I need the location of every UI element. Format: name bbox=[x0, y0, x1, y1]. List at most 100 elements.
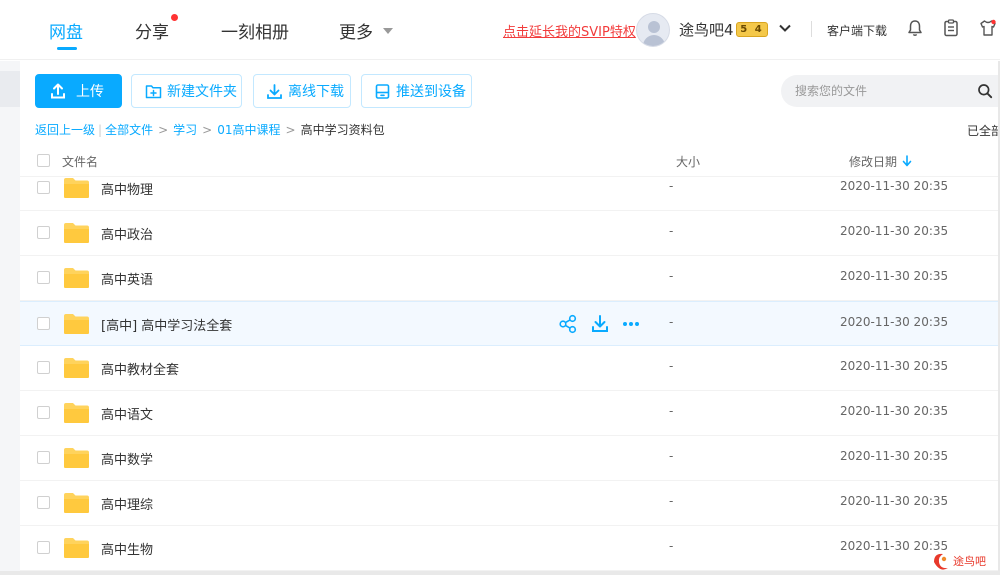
breadcrumb-divider: | bbox=[98, 123, 103, 137]
active-tab-indicator bbox=[57, 47, 77, 50]
username[interactable]: 途鸟吧4 bbox=[679, 19, 734, 40]
column-header-size[interactable]: 大小 bbox=[676, 153, 700, 170]
folder-icon bbox=[64, 538, 89, 558]
file-name[interactable]: [高中] 高中学习法全套 bbox=[101, 315, 232, 334]
vip-level-badge: 5 4 bbox=[736, 22, 768, 37]
file-row[interactable]: 高中理综 - 2020-11-30 20:35 bbox=[20, 481, 1000, 526]
file-row[interactable]: 高中教材全套 - 2020-11-30 20:35 bbox=[20, 346, 1000, 391]
file-modified-date: 2020-11-30 20:35 bbox=[840, 269, 949, 283]
chevron-down-icon[interactable] bbox=[778, 21, 792, 35]
row-checkbox[interactable] bbox=[37, 226, 50, 239]
nav-tab-album[interactable]: 一刻相册 bbox=[221, 18, 289, 43]
nav-divider bbox=[811, 21, 812, 37]
file-modified-date: 2020-11-30 20:35 bbox=[840, 539, 949, 553]
file-size: - bbox=[669, 224, 674, 238]
breadcrumb-current: 高中学习资料包 bbox=[300, 123, 385, 137]
breadcrumb: 返回上一级 | 全部文件 > 学习 >01高中课程 > 高中学习资料包 bbox=[35, 121, 385, 138]
file-name[interactable]: 高中政治 bbox=[101, 224, 153, 243]
row-actions bbox=[558, 314, 648, 334]
clipboard-icon[interactable] bbox=[941, 18, 961, 38]
file-name[interactable]: 高中物理 bbox=[101, 179, 153, 198]
folder-icon bbox=[64, 448, 89, 468]
file-size: - bbox=[669, 315, 674, 329]
row-checkbox[interactable] bbox=[37, 361, 50, 374]
file-name[interactable]: 高中英语 bbox=[101, 269, 153, 288]
search-box bbox=[781, 75, 1000, 107]
nav-tab-more[interactable]: 更多 bbox=[339, 18, 373, 43]
folder-icon bbox=[64, 403, 89, 423]
row-checkbox[interactable] bbox=[37, 451, 50, 464]
select-all-checkbox[interactable] bbox=[37, 154, 50, 167]
file-row[interactable]: 高中数学 - 2020-11-30 20:35 bbox=[20, 436, 1000, 481]
file-name[interactable]: 高中教材全套 bbox=[101, 359, 179, 378]
breadcrumb-item-all-files[interactable]: 全部文件 bbox=[105, 123, 153, 137]
search-icon[interactable] bbox=[977, 83, 993, 99]
loaded-status: 已全部 bbox=[967, 124, 1000, 138]
notification-dot bbox=[171, 14, 178, 21]
file-modified-date: 2020-11-30 20:35 bbox=[840, 494, 949, 508]
row-checkbox[interactable] bbox=[37, 541, 50, 554]
file-row[interactable]: 高中政治 - 2020-11-30 20:35 bbox=[20, 211, 1000, 256]
folder-icon bbox=[64, 178, 89, 198]
file-size: - bbox=[669, 494, 674, 508]
download-icon[interactable] bbox=[590, 314, 610, 334]
row-checkbox[interactable] bbox=[37, 271, 50, 284]
device-icon bbox=[375, 83, 390, 99]
more-icon[interactable] bbox=[621, 314, 641, 334]
upload-icon bbox=[51, 83, 65, 99]
file-name[interactable]: 高中理综 bbox=[101, 494, 153, 513]
folder-icon bbox=[64, 358, 89, 378]
nav-tab-share[interactable]: 分享 bbox=[135, 18, 169, 43]
new-folder-button[interactable]: 新建文件夹 bbox=[131, 74, 242, 108]
file-size: - bbox=[669, 449, 674, 463]
left-sidebar-collapsed bbox=[0, 61, 20, 575]
new-folder-icon bbox=[145, 84, 162, 98]
offline-download-button[interactable]: 离线下载 bbox=[253, 74, 351, 108]
breadcrumb-separator: > bbox=[202, 123, 213, 137]
push-to-device-button[interactable]: 推送到设备 bbox=[361, 74, 472, 108]
nav-tab-netdisk[interactable]: 网盘 bbox=[49, 18, 83, 43]
file-row[interactable]: [高中] 高中学习法全套 - 2020-11-30 20:35 bbox=[20, 301, 1000, 346]
file-size: - bbox=[669, 269, 674, 283]
row-checkbox[interactable] bbox=[37, 317, 50, 330]
file-list-header: 文件名 大小 修改日期 bbox=[20, 145, 1000, 177]
file-row[interactable]: 高中英语 - 2020-11-30 20:35 bbox=[20, 256, 1000, 301]
file-row[interactable]: 高中生物 - 2020-11-30 20:35 bbox=[20, 526, 1000, 571]
row-checkbox[interactable] bbox=[37, 496, 50, 509]
bell-icon[interactable] bbox=[905, 18, 925, 38]
file-name[interactable]: 高中语文 bbox=[101, 404, 153, 423]
file-size: - bbox=[669, 539, 674, 553]
column-header-date[interactable]: 修改日期 bbox=[849, 153, 897, 170]
sort-descending-icon[interactable] bbox=[902, 155, 912, 167]
horizontal-scrollbar[interactable] bbox=[0, 571, 1000, 575]
folder-icon bbox=[64, 268, 89, 288]
shirt-icon[interactable] bbox=[978, 18, 998, 38]
offline-download-label: 离线下载 bbox=[288, 84, 344, 100]
file-modified-date: 2020-11-30 20:35 bbox=[840, 179, 949, 193]
file-name[interactable]: 高中生物 bbox=[101, 539, 153, 558]
upload-button[interactable]: 上传 bbox=[35, 74, 122, 108]
client-download-link[interactable]: 客户端下载 bbox=[827, 22, 887, 39]
search-input[interactable] bbox=[795, 75, 965, 107]
file-modified-date: 2020-11-30 20:35 bbox=[840, 359, 949, 373]
file-name[interactable]: 高中数学 bbox=[101, 449, 153, 468]
share-icon[interactable] bbox=[558, 314, 578, 334]
breadcrumb-back-link[interactable]: 返回上一级 bbox=[35, 123, 95, 137]
caret-down-icon[interactable] bbox=[383, 28, 393, 34]
sidebar-tab[interactable] bbox=[0, 71, 20, 107]
breadcrumb-item-highschool-courses[interactable]: 01高中课程 bbox=[217, 123, 280, 137]
breadcrumb-item-study[interactable]: 学习 bbox=[173, 123, 197, 137]
row-checkbox[interactable] bbox=[37, 406, 50, 419]
file-row[interactable]: 高中语文 - 2020-11-30 20:35 bbox=[20, 391, 1000, 436]
push-to-device-label: 推送到设备 bbox=[396, 84, 466, 100]
file-row[interactable]: 高中物理 - 2020-11-30 20:35 bbox=[20, 178, 1000, 211]
breadcrumb-separator: > bbox=[158, 123, 169, 137]
row-checkbox[interactable] bbox=[37, 181, 50, 194]
breadcrumb-separator: > bbox=[285, 123, 296, 137]
avatar[interactable] bbox=[636, 13, 670, 47]
svip-renew-link[interactable]: 点击延长我的SVIP特权 bbox=[503, 21, 636, 40]
file-size: - bbox=[669, 179, 674, 193]
column-header-name[interactable]: 文件名 bbox=[62, 153, 98, 170]
top-navigation: 网盘 分享 一刻相册 更多 点击延长我的SVIP特权 途鸟吧4 5 4 客户端下… bbox=[0, 0, 1000, 60]
file-size: - bbox=[669, 404, 674, 418]
